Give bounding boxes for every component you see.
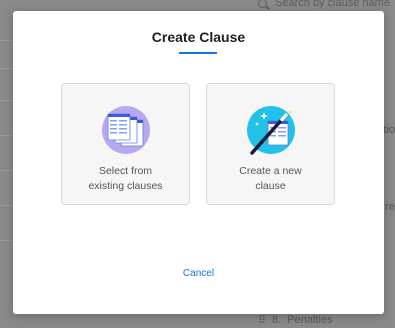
title-underline (179, 52, 217, 54)
option-label-line: existing clauses (88, 180, 163, 192)
background-divider (0, 40, 13, 41)
background-item-label: Penalties (287, 314, 333, 326)
search-icon (258, 0, 267, 8)
background-divider (0, 240, 13, 241)
create-clause-dialog: Create Clause Select from existing claus… (13, 11, 384, 314)
background-divider (0, 205, 13, 206)
background-divider (0, 170, 13, 171)
option-label-line: Create a new (239, 165, 302, 177)
background-list-item: ⠿ 8. Penalties (258, 314, 333, 327)
dialog-title: Create Clause (151, 29, 246, 45)
option-label-line: Select from (98, 165, 153, 177)
background-divider (0, 135, 13, 136)
background-divider (0, 100, 13, 101)
background-item-number: 8. (272, 314, 282, 326)
magic-wand-icon (247, 106, 295, 155)
option-label-line: clause (255, 180, 286, 192)
background-search-placeholder: Search by clause name (275, 0, 390, 9)
drag-handle-icon: ⠿ (258, 315, 267, 327)
option-label: Create a new clause (207, 164, 334, 194)
select-existing-clauses-option[interactable]: Select from existing clauses (61, 83, 190, 205)
cancel-button[interactable]: Cancel (13, 268, 384, 279)
background-divider (0, 68, 13, 69)
background-edge-text: re (385, 201, 395, 213)
background-edge-text: tio (383, 124, 395, 136)
background-search-field: Search by clause name (258, 0, 395, 11)
documents-stack-icon (102, 106, 150, 154)
option-label: Select from existing clauses (62, 164, 189, 194)
create-new-clause-option[interactable]: Create a new clause (206, 83, 335, 205)
